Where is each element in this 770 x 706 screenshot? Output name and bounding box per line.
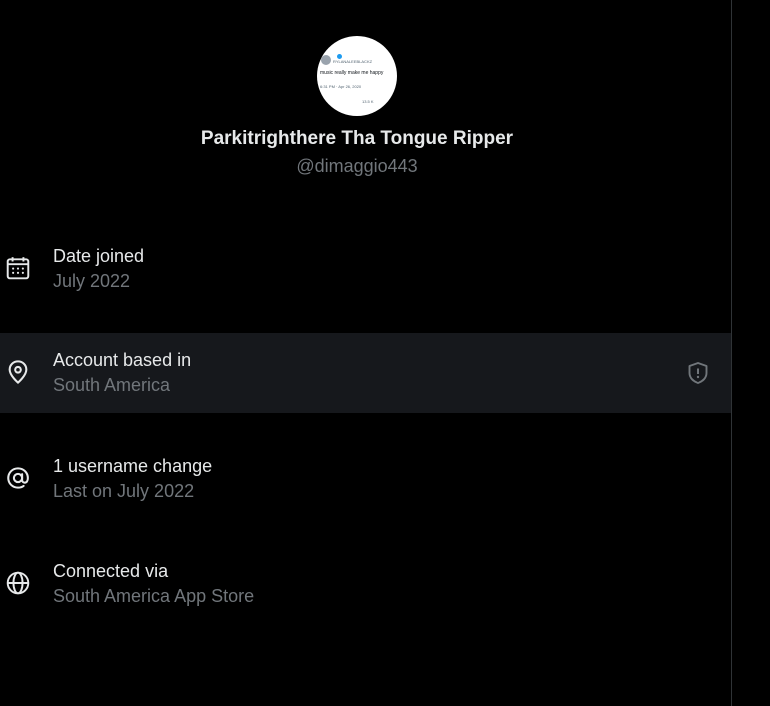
- row-subtitle: Last on July 2022: [53, 481, 195, 501]
- avatar-tweet-text: music really make me happy: [320, 70, 384, 76]
- globe-icon: [6, 571, 30, 595]
- info-row-account-based-in[interactable]: Account based in South America: [0, 333, 731, 413]
- row-subtitle: South America App Store: [53, 586, 255, 606]
- display-name: Parkitrighthere Tha Tongue Ripper: [200, 128, 514, 149]
- username-handle: @dimaggio443: [296, 156, 418, 176]
- avatar-tweet-author: RYLANALEEBLACKZ: [333, 59, 373, 64]
- at-sign-icon: [7, 467, 29, 489]
- row-subtitle: July 2022: [53, 271, 131, 291]
- info-row-username-change: 1 username change Last on July 2022: [0, 438, 731, 518]
- avatar-stat-left: 2k: [320, 99, 325, 104]
- row-subtitle: South America: [53, 375, 171, 395]
- row-title: Connected via: [53, 561, 169, 581]
- row-title: Account based in: [53, 350, 192, 370]
- shield-icon[interactable]: [687, 361, 709, 385]
- avatar-tweet-stats: 2k 13.5 K: [320, 99, 394, 104]
- page: RYLANALEEBLACKZ music really make me hap…: [0, 0, 770, 706]
- row-title: Date joined: [53, 246, 145, 266]
- avatar-tweet-author-image: [321, 55, 331, 65]
- row-title: 1 username change: [53, 456, 213, 476]
- about-account-panel: RYLANALEEBLACKZ music really make me hap…: [0, 0, 731, 706]
- profile-avatar[interactable]: RYLANALEEBLACKZ music really make me hap…: [317, 36, 397, 116]
- avatar-tweet-time: 6:31 PM · Apr 26, 2020: [320, 84, 362, 89]
- calendar-icon: [6, 257, 30, 280]
- info-row-connected-via: Connected via South America App Store: [0, 543, 731, 623]
- info-row-date-joined: Date joined July 2022: [0, 228, 731, 308]
- right-column: [732, 0, 770, 706]
- location-pin-icon: [8, 360, 28, 384]
- avatar-stat-right: 13.5 K: [362, 99, 374, 104]
